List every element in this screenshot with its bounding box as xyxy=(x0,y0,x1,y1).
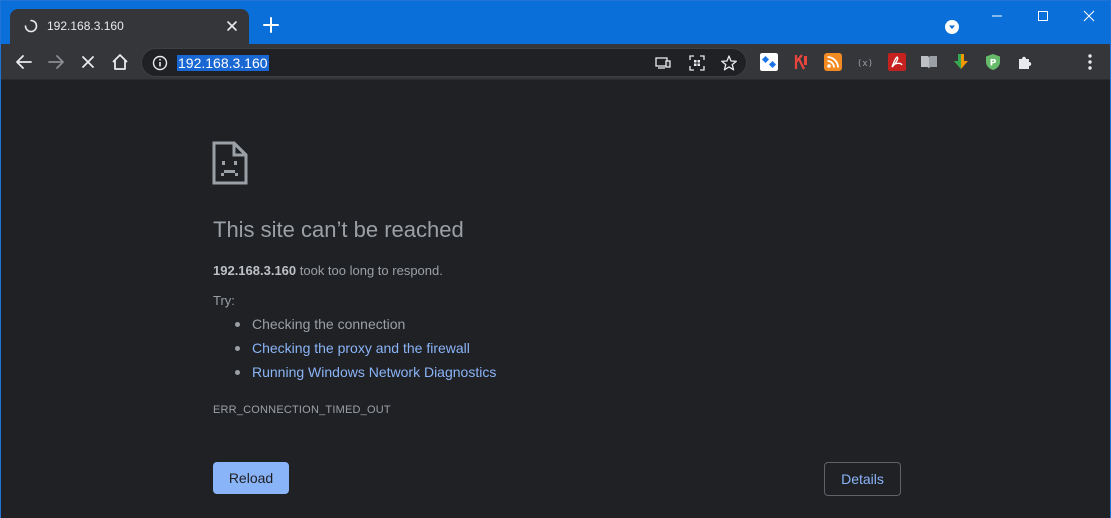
tab-title: 192.168.3.160 xyxy=(47,19,124,33)
new-tab-icon[interactable] xyxy=(262,16,280,34)
suggestion-check-proxy-firewall-link[interactable]: Checking the proxy and the firewall xyxy=(235,340,496,364)
suggestion-check-connection: Checking the connection xyxy=(235,316,496,340)
url-text[interactable]: 192.168.3.160 xyxy=(177,55,269,71)
reload-button[interactable]: Reload xyxy=(213,462,289,494)
error-host: 192.168.3.160 xyxy=(213,263,297,278)
pdf-icon[interactable] xyxy=(888,53,906,71)
cast-devices-icon[interactable] xyxy=(654,54,672,72)
sad-document-icon xyxy=(212,141,248,185)
svg-text:P: P xyxy=(990,59,997,69)
bookmark-star-icon[interactable] xyxy=(720,54,738,72)
info-icon[interactable] xyxy=(152,55,168,71)
extension-icon-4[interactable]: (x) xyxy=(856,53,874,71)
details-button[interactable]: Details xyxy=(824,462,901,496)
back-arrow-icon[interactable] xyxy=(14,52,34,72)
browser-toolbar: 192.168.3.160 (x) P xyxy=(1,44,1110,80)
error-heading: This site can’t be reached xyxy=(213,217,464,242)
window-close-icon[interactable] xyxy=(1079,7,1099,25)
error-summary-text: took too long to respond. xyxy=(296,263,443,278)
error-page: This site can’t be reached 192.168.3.160… xyxy=(1,80,1110,518)
rss-icon[interactable] xyxy=(824,53,842,71)
address-bar[interactable]: 192.168.3.160 xyxy=(141,48,747,77)
forward-arrow-icon[interactable] xyxy=(46,52,66,72)
svg-text:(x): (x) xyxy=(857,59,873,69)
extension-icon-2[interactable] xyxy=(792,53,810,71)
maximize-icon[interactable] xyxy=(1033,7,1053,25)
home-icon[interactable] xyxy=(110,52,130,72)
suggestions-list: Checking the connection Checking the pro… xyxy=(235,316,496,388)
spinner-icon xyxy=(24,19,38,33)
puzzle-icon[interactable] xyxy=(1016,53,1034,71)
browser-window: 192.168.3.160 192.168.3.160 (x) P This s… xyxy=(0,0,1111,518)
tab-search-dropdown-icon[interactable] xyxy=(944,19,960,35)
download-icon[interactable] xyxy=(952,53,970,71)
extension-icon-1[interactable] xyxy=(760,53,778,71)
browser-tab[interactable]: 192.168.3.160 xyxy=(10,9,249,44)
tab-close-icon[interactable] xyxy=(224,18,240,34)
stop-loading-icon[interactable] xyxy=(78,52,98,72)
qr-code-icon[interactable] xyxy=(688,54,706,72)
reader-icon[interactable] xyxy=(920,53,938,71)
minimize-icon[interactable] xyxy=(987,7,1007,25)
error-summary: 192.168.3.160 took too long to respond. xyxy=(213,263,443,278)
try-label: Try: xyxy=(213,293,235,308)
vpn-icon[interactable]: P xyxy=(984,53,1002,71)
error-code: ERR_CONNECTION_TIMED_OUT xyxy=(213,404,391,416)
title-bar: 192.168.3.160 xyxy=(1,1,1110,44)
suggestion-network-diagnostics-link[interactable]: Running Windows Network Diagnostics xyxy=(235,364,496,388)
more-options-icon[interactable] xyxy=(1081,52,1099,72)
